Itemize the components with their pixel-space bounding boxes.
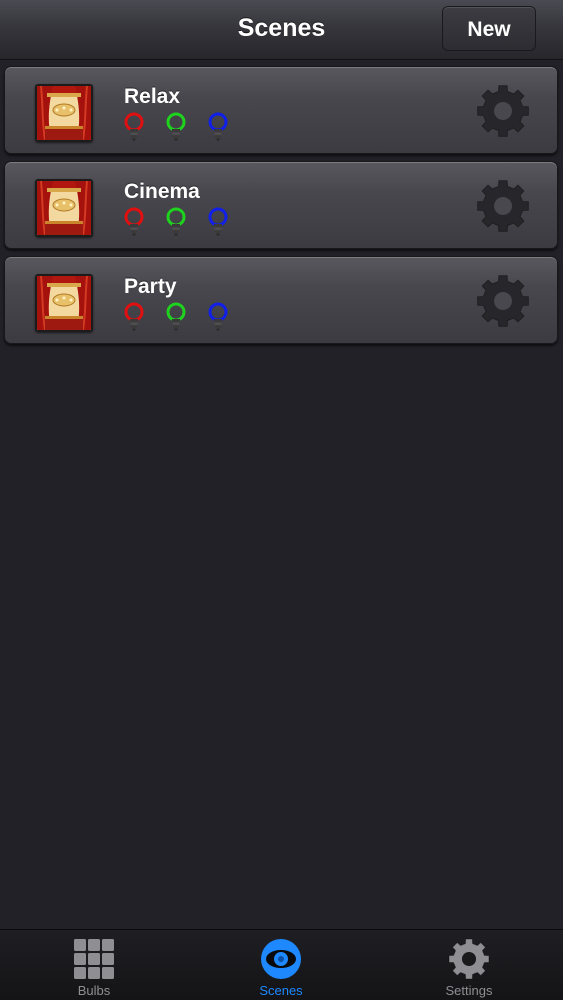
scene-name: Relax (124, 85, 181, 108)
eye-icon (259, 937, 303, 981)
tab-settings[interactable]: Settings (375, 930, 563, 1000)
scene-row-cinema[interactable]: Cinema (4, 161, 558, 249)
lightbulb-icon (164, 207, 188, 237)
lightbulb-icon (122, 302, 146, 332)
scene-settings-gear-icon[interactable] (475, 273, 531, 329)
scene-bulbs (122, 112, 242, 144)
lightbulb-icon (206, 112, 230, 142)
lightbulb-icon (164, 302, 188, 332)
navigation-bar: Scenes New (0, 0, 563, 60)
scene-bulbs (122, 302, 242, 334)
lightbulb-icon (122, 112, 146, 142)
new-scene-button[interactable]: New (442, 6, 536, 51)
gear-icon (447, 937, 491, 981)
lightbulb-icon (206, 207, 230, 237)
tab-bar: Bulbs Scenes Settings (0, 929, 563, 1000)
scene-settings-gear-icon[interactable] (475, 83, 531, 139)
tab-label: Scenes (259, 983, 303, 998)
scene-name: Party (124, 275, 177, 298)
scene-row-relax[interactable]: Relax (4, 66, 558, 154)
tab-bulbs[interactable]: Bulbs (0, 930, 188, 1000)
grid-icon (72, 937, 116, 981)
lightbulb-icon (122, 207, 146, 237)
theater-stage-icon (35, 84, 93, 142)
app-root: Scenes New Relax Cinema Party Bulbs Scen… (0, 0, 563, 1000)
tab-label: Settings (445, 983, 493, 998)
lightbulb-icon (164, 112, 188, 142)
theater-stage-icon (35, 274, 93, 332)
theater-stage-icon (35, 179, 93, 237)
tab-scenes[interactable]: Scenes (187, 930, 375, 1000)
scene-bulbs (122, 207, 242, 239)
lightbulb-icon (206, 302, 230, 332)
scene-settings-gear-icon[interactable] (475, 178, 531, 234)
scene-row-party[interactable]: Party (4, 256, 558, 344)
tab-label: Bulbs (77, 983, 111, 998)
scene-name: Cinema (124, 180, 200, 203)
